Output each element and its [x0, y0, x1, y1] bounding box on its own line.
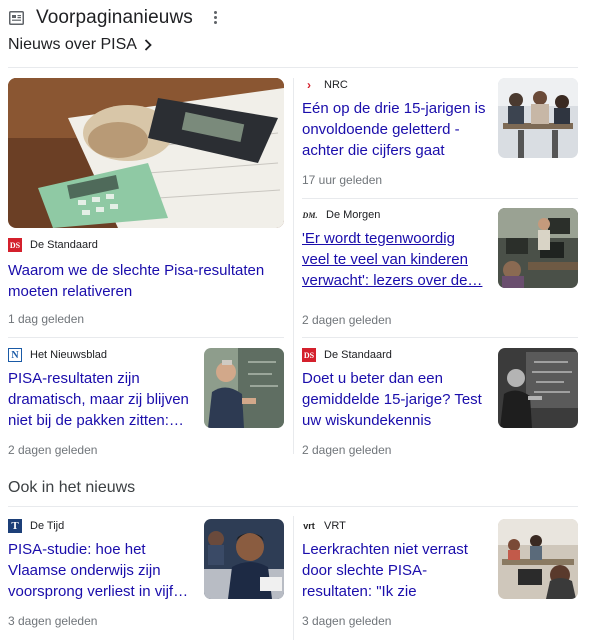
story-thumbnail [204, 519, 284, 599]
source-name: VRT [324, 520, 346, 532]
nrc-logo-icon: › [307, 78, 311, 92]
page-title: Voorpaginanieuws [36, 7, 193, 28]
story-card[interactable]: T De Tijd PISA-studie: hoe het Vlaamse o… [8, 517, 284, 639]
story-title-link[interactable]: PISA-resultaten zijn dramatisch, maar zi… [8, 368, 192, 431]
story-timestamp: 2 dagen geleden [302, 443, 392, 457]
section-heading: Ook in het nieuws [8, 479, 136, 496]
story-thumbnail [204, 348, 284, 428]
divider [293, 78, 294, 454]
source-label: DS De Standaard [302, 348, 392, 362]
story-timestamp: 3 dagen geleden [8, 614, 98, 628]
het-nieuwsblad-logo-icon: N [8, 348, 22, 362]
divider [8, 67, 578, 68]
de-standaard-logo-icon: DS [8, 238, 22, 252]
story-card[interactable]: › NRC Eén op de drie 15-jarigen is onvol… [302, 76, 578, 188]
source-name: De Tijd [30, 520, 65, 532]
source-name: Het Nieuwsblad [30, 349, 108, 361]
newspaper-icon [9, 11, 24, 25]
divider [8, 506, 578, 507]
story-title-link[interactable]: Waarom we de slechte Pisa-resultaten moe… [8, 260, 268, 302]
story-timestamp: 17 uur geleden [302, 173, 383, 187]
story-title-link[interactable]: Leerkrachten niet verrast door slechte P… [302, 539, 486, 602]
story-thumbnail [498, 519, 578, 599]
top-stories-header: Voorpaginanieuws Nieuws over PISA [0, 0, 592, 66]
source-label: DM. De Morgen [302, 208, 381, 222]
story-thumbnail [498, 208, 578, 288]
topic-link-label: Nieuws over PISA [8, 36, 137, 53]
more-vert-icon[interactable] [210, 10, 220, 26]
de-tijd-logo-icon: T [8, 519, 22, 533]
story-title-link[interactable]: Doet u beter dan een gemiddelde 15-jarig… [302, 368, 486, 431]
featured-story-image [8, 78, 284, 228]
featured-story[interactable]: DS De Standaard Waarom we de slechte Pis… [8, 78, 284, 334]
divider [302, 337, 578, 338]
story-timestamp: 2 dagen geleden [8, 443, 98, 457]
source-label: T De Tijd [8, 519, 64, 533]
chevron-right-icon [144, 39, 152, 51]
de-morgen-logo-icon: DM. [302, 210, 318, 220]
story-title-link[interactable]: PISA-studie: hoe het Vlaamse onderwijs z… [8, 539, 192, 602]
story-title-link[interactable]: 'Er wordt tegenwoordig veel te veel van … [302, 228, 486, 291]
source-name: NRC [324, 79, 348, 91]
source-label: N Het Nieuwsblad [8, 348, 107, 362]
topic-link-pisa[interactable]: Nieuws over PISA [8, 36, 152, 54]
story-card[interactable]: DM. De Morgen 'Er wordt tegenwoordig vee… [302, 206, 578, 330]
story-timestamp: 2 dagen geleden [302, 313, 392, 327]
source-name: De Standaard [324, 349, 392, 361]
story-thumbnail [498, 78, 578, 158]
story-card[interactable]: DS De Standaard Doet u beter dan een gem… [302, 346, 578, 458]
story-timestamp: 1 dag geleden [8, 312, 85, 326]
vrt-logo-icon: vrt [303, 521, 315, 531]
divider [302, 198, 578, 199]
de-standaard-logo-icon: DS [302, 348, 316, 362]
story-thumbnail [498, 348, 578, 428]
story-timestamp: 3 dagen geleden [302, 614, 392, 628]
divider [8, 337, 284, 338]
story-card[interactable]: N Het Nieuwsblad PISA-resultaten zijn dr… [8, 346, 284, 458]
source-name: De Standaard [30, 239, 98, 251]
source-label: › NRC [302, 78, 348, 92]
source-label: DS De Standaard [8, 238, 98, 252]
source-name: De Morgen [326, 209, 381, 221]
source-label: vrt VRT [302, 519, 346, 533]
divider [293, 516, 294, 640]
story-title-link[interactable]: Eén op de drie 15-jarigen is onvoldoende… [302, 98, 486, 161]
story-card[interactable]: vrt VRT Leerkrachten niet verrast door s… [302, 517, 578, 639]
